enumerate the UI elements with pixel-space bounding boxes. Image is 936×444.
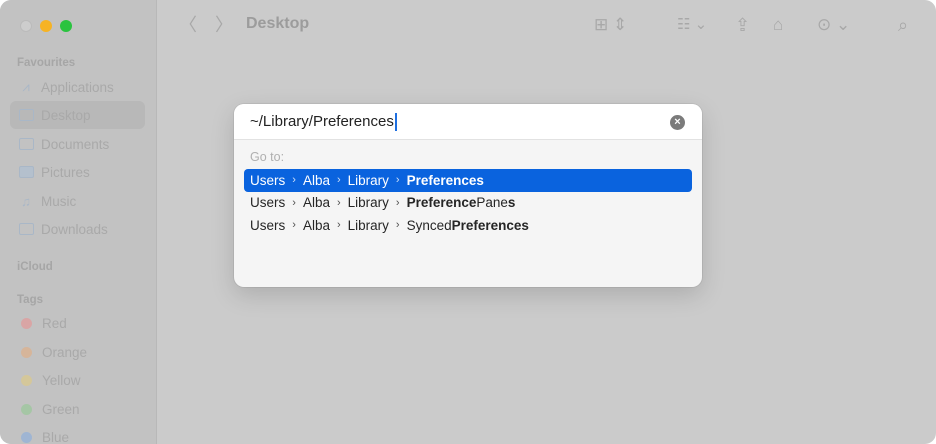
sidebar-item-label: Pictures <box>41 164 90 180</box>
folder-icon <box>18 137 34 151</box>
applications-icon: ⩘ <box>22 79 30 94</box>
path-crumb-final: Preferences <box>451 217 529 233</box>
tag-label: Yellow <box>42 372 81 388</box>
go-to-label: Go to: <box>250 150 285 164</box>
chevron-right-icon: › <box>336 174 341 187</box>
text-caret <box>394 112 397 131</box>
search-icon[interactable]: ⌕ <box>898 14 908 36</box>
sidebar-item-label: Documents <box>41 136 110 152</box>
sidebar-tag-green[interactable]: Green <box>10 395 145 423</box>
path-crumb-final: Synced <box>406 217 452 233</box>
chevron-right-icon: › <box>395 219 400 232</box>
zoom-button[interactable] <box>60 20 72 32</box>
icloud-heading[interactable]: iCloud <box>17 261 53 273</box>
tag-label: Red <box>42 315 67 331</box>
tag-label: Orange <box>42 344 88 360</box>
path-crumb: Alba <box>302 195 330 211</box>
path-input-value[interactable]: ~/Library/Preferences <box>250 113 394 130</box>
path-crumb: Library <box>347 172 389 188</box>
folder-icon <box>18 222 34 236</box>
result-row[interactable]: Users › Alba › Library › Synced Preferences <box>244 214 692 237</box>
path-input[interactable]: ~/Library/Preferences <box>234 104 702 140</box>
sidebar-item-label: Music <box>41 193 77 209</box>
chevron-right-icon: › <box>292 174 296 187</box>
tag-dot-icon <box>21 374 32 386</box>
toolbar: 〈 〉 Desktop ⊞ ⇕ ☷ ⌄ ⇪ ⌂ ⊙ ⌄ ⌕ <box>157 0 936 52</box>
sidebar-tag-orange[interactable]: Orange <box>10 338 145 366</box>
results-list: Users › Alba › Library › Preferences Users › Alba… <box>234 169 702 237</box>
clear-input-icon[interactable]: × <box>670 115 685 130</box>
tag-dot-icon <box>21 317 32 329</box>
sidebar-item-pictures[interactable]: Pictures <box>10 158 145 186</box>
path-crumb: Alba <box>302 217 330 233</box>
path-crumb: Library <box>347 195 389 211</box>
sidebar-item-label: Desktop <box>41 107 91 123</box>
chevron-right-icon: › <box>292 196 296 209</box>
tag-label: Green <box>42 401 80 417</box>
sidebar-item-applications[interactable]: ⩘ Applications <box>10 73 145 101</box>
tag-icon[interactable]: ⌂ <box>773 14 783 36</box>
chevron-right-icon: › <box>292 219 296 232</box>
sidebar-item-label: Downloads <box>41 221 108 237</box>
path-crumb: Users <box>250 172 286 188</box>
sidebar-item-music[interactable]: ♫ Music <box>10 187 145 215</box>
chevron-right-icon: › <box>336 219 341 232</box>
icon-view-icon[interactable]: ⊞ ⇕ <box>594 14 627 36</box>
tag-dot-icon <box>21 431 32 443</box>
sidebar-item-label: Applications <box>41 79 114 95</box>
result-row[interactable]: Users › Alba › Library › Preference Pane s <box>244 192 692 215</box>
folder-icon <box>18 108 34 122</box>
back-icon[interactable]: 〈 <box>179 14 197 36</box>
path-crumb-final: s <box>507 195 516 211</box>
forward-icon[interactable]: 〉 <box>215 14 233 36</box>
favourites-heading: Favourites <box>17 57 76 69</box>
tags-heading: Tags <box>17 294 43 306</box>
group-icon[interactable]: ☷ ⌄ <box>677 14 707 36</box>
result-row[interactable]: Users › Alba › Library › Preferences <box>244 169 692 192</box>
sidebar-item-desktop[interactable]: Desktop <box>10 101 145 129</box>
sidebar: Favourites ⩘ Applications Desktop Documen… <box>0 0 157 444</box>
tag-dot-icon <box>21 346 32 358</box>
chevron-right-icon: › <box>336 196 341 209</box>
sidebar-tag-red[interactable]: Red <box>10 309 145 337</box>
sidebar-tag-blue[interactable]: Blue <box>10 423 145 444</box>
path-crumb: Library <box>347 217 389 233</box>
path-crumb-final: Preferences <box>406 172 484 188</box>
window-title: Desktop <box>246 15 310 32</box>
path-crumb-final: Pane <box>476 195 508 211</box>
sidebar-item-documents[interactable]: Documents <box>10 130 145 158</box>
chevron-right-icon: › <box>395 174 400 187</box>
sidebar-item-downloads[interactable]: Downloads <box>10 215 145 243</box>
tag-dot-icon <box>21 403 32 415</box>
chevron-right-icon: › <box>395 196 400 209</box>
path-crumb: Users <box>250 195 286 211</box>
sidebar-tag-yellow[interactable]: Yellow <box>10 366 145 394</box>
close-button[interactable] <box>20 20 32 32</box>
path-crumb: Alba <box>302 172 330 188</box>
path-crumb: Users <box>250 217 286 233</box>
share-icon[interactable]: ⇪ <box>735 14 750 36</box>
music-icon: ♫ <box>21 193 31 209</box>
path-crumb-final: Preference <box>406 195 477 211</box>
tag-label: Blue <box>42 429 70 444</box>
minimize-button[interactable] <box>40 20 52 32</box>
go-to-folder-dialog: ~/Library/Preferences × Go to: Users › Alb… <box>234 104 702 287</box>
more-icon[interactable]: ⊙ ⌄ <box>817 14 850 36</box>
pictures-icon <box>18 165 34 179</box>
